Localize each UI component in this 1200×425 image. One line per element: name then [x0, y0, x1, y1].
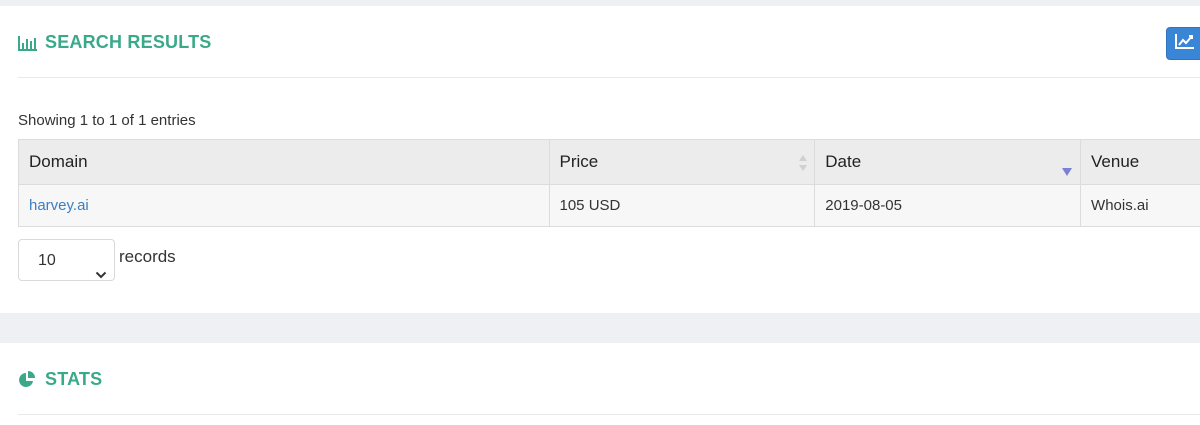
column-header-price[interactable]: Price	[548, 139, 816, 185]
line-chart-icon	[1175, 33, 1195, 54]
sort-desc-icon	[1062, 161, 1073, 176]
page: SEARCH RESULTS Showing 1 to 1 of 1 entri…	[0, 0, 1200, 425]
stats-header: STATS	[18, 343, 1200, 415]
column-header-domain[interactable]: Domain	[18, 139, 550, 185]
cell-date: 2019-08-05	[814, 184, 1082, 227]
search-results-title-text: SEARCH RESULTS	[45, 32, 212, 52]
search-results-title: SEARCH RESULTS	[18, 32, 211, 53]
cell-price: 105 USD	[548, 184, 816, 227]
records-per-page-select[interactable]: 10	[18, 239, 115, 281]
column-header-label: Domain	[29, 152, 88, 171]
table-row: harvey.ai 105 USD 2019-08-05 Whois.ai	[18, 184, 1200, 227]
column-header-date[interactable]: Date	[814, 139, 1082, 185]
chevron-down-icon	[95, 255, 107, 279]
records-label: records	[119, 247, 176, 266]
search-results-header: SEARCH RESULTS	[18, 6, 1200, 78]
column-header-venue[interactable]: Venue	[1080, 139, 1200, 185]
stats-title: STATS	[18, 369, 102, 390]
table-header-row: Domain Price Date Venue	[18, 139, 1200, 185]
domain-link[interactable]: harvey.ai	[29, 197, 89, 214]
stats-panel: STATS	[0, 343, 1200, 425]
records-per-page-value: 10	[38, 252, 56, 269]
column-header-label: Price	[559, 152, 599, 171]
cell-venue: Whois.ai	[1080, 184, 1200, 227]
cell-domain: harvey.ai	[18, 184, 550, 227]
column-header-label: Venue	[1091, 152, 1140, 171]
bar-chart-icon	[18, 34, 38, 52]
table-info: Showing 1 to 1 of 1 entries	[18, 112, 196, 129]
pie-chart-icon	[18, 370, 38, 389]
chart-toggle-button[interactable]	[1166, 27, 1200, 60]
column-header-label: Date	[825, 152, 862, 171]
sort-both-icon	[798, 153, 808, 173]
records-length-control: 10 records	[18, 239, 176, 281]
results-table: Domain Price Date Venue harvey.ai 105 US…	[18, 139, 1200, 227]
stats-title-text: STATS	[45, 369, 103, 389]
